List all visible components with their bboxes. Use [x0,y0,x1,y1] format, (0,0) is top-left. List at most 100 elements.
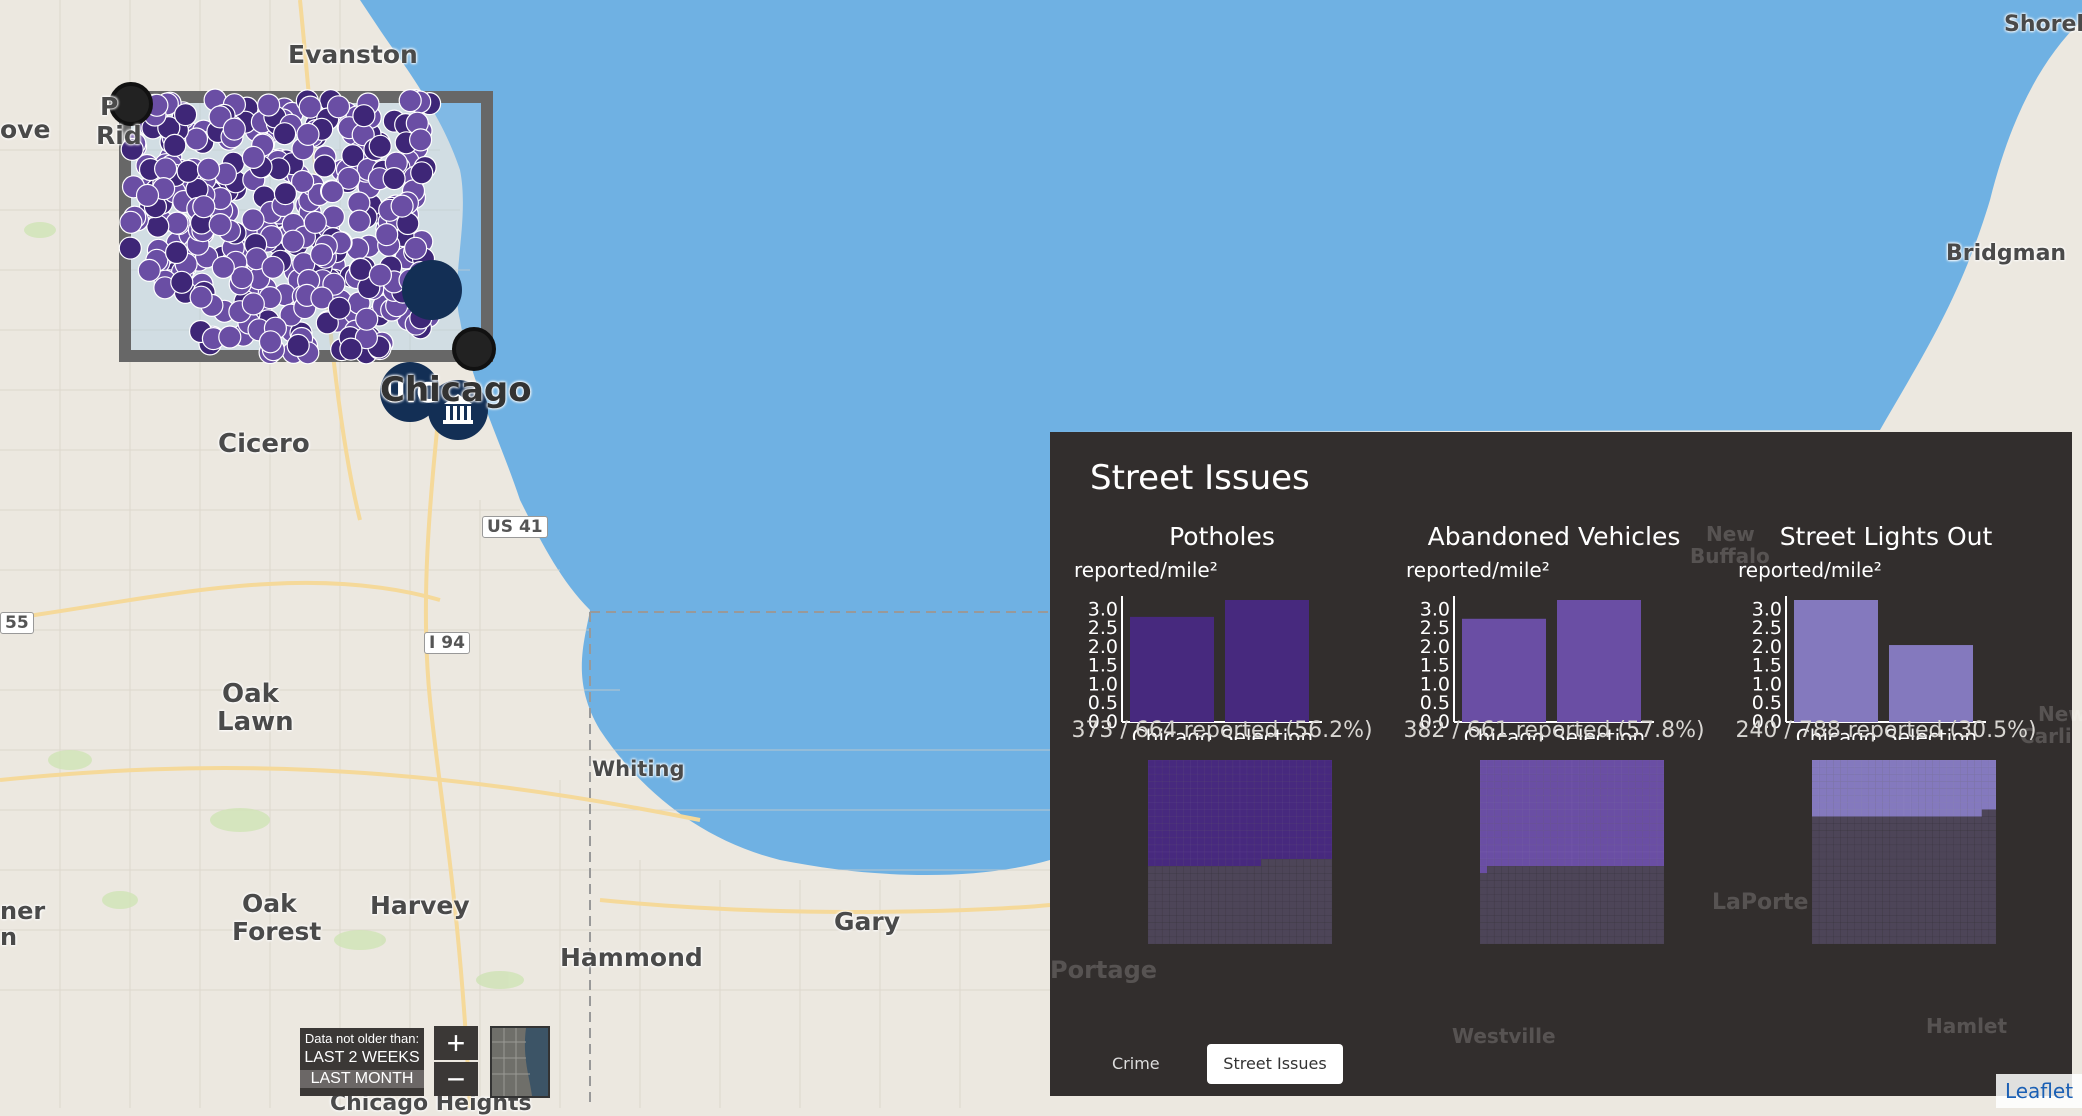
report-point[interactable] [165,211,189,235]
report-point[interactable] [352,104,376,128]
report-point[interactable] [355,307,379,331]
report-point[interactable] [118,236,142,260]
report-point[interactable] [258,330,283,354]
report-point[interactable] [119,210,143,234]
report-point[interactable] [241,292,265,316]
bar-chicago[interactable] [1130,616,1214,722]
report-point[interactable] [349,257,373,281]
bar-selection[interactable] [1557,600,1641,722]
tab-street-issues[interactable]: Street Issues [1207,1044,1343,1084]
waffle-cell [1642,809,1651,817]
waffle-cell [1840,880,1848,888]
report-point[interactable] [375,223,399,247]
report-point[interactable] [313,154,337,178]
waffle-cell [1536,880,1544,888]
report-point[interactable] [137,258,161,282]
waffle-cell [1818,830,1827,839]
report-point[interactable] [296,122,320,146]
report-point[interactable] [211,255,235,279]
waffle-cell [1967,858,1976,867]
report-point[interactable] [410,161,434,185]
report-point[interactable] [257,93,281,117]
waffle-cell [1260,922,1269,931]
data-age-option-last-month[interactable]: LAST MONTH [300,1070,424,1088]
report-point[interactable] [135,183,160,207]
report-point[interactable] [390,194,414,218]
waffle-cell [1903,830,1912,839]
report-point[interactable] [320,180,344,204]
report-point[interactable] [339,337,363,361]
report-point[interactable] [310,243,334,267]
report-point[interactable] [326,95,351,119]
report-point[interactable] [303,210,327,234]
bar-chicago[interactable] [1462,618,1546,722]
waffle-cell [1600,809,1608,817]
report-point[interactable] [398,88,422,113]
waffle-cell [1917,865,1926,874]
waffle-cell [1550,929,1559,938]
waffle-cell [1486,880,1495,888]
report-point[interactable] [154,157,178,181]
report-point[interactable] [192,195,216,219]
report-point[interactable] [286,333,310,357]
navy-marker[interactable] [402,260,462,320]
tab-crime[interactable]: Crime [1112,1054,1160,1073]
report-point[interactable] [170,270,194,294]
report-point[interactable] [382,167,406,191]
waffle-cell [1825,837,1834,846]
zoom-in-button[interactable]: + [434,1026,478,1060]
report-point[interactable] [218,325,242,349]
satellite-layer-toggle[interactable] [490,1026,550,1098]
report-point[interactable] [281,229,305,253]
report-point[interactable] [241,208,265,232]
waffle-cell [1854,851,1862,860]
report-point[interactable] [347,209,371,233]
bar-selection[interactable] [1225,600,1309,722]
zoom-out-button[interactable]: − [434,1062,478,1096]
report-point[interactable] [404,236,428,260]
waffle-cell [1924,823,1933,832]
report-point[interactable] [174,102,198,127]
report-point[interactable] [208,213,232,237]
waffle-cell [1939,837,1947,846]
report-point[interactable] [273,122,297,146]
bar-chicago[interactable] [1794,600,1878,722]
report-point[interactable] [368,263,392,287]
waffle-cell [1861,780,1869,789]
waffle-cell [1812,802,1820,810]
report-point[interactable] [146,214,170,238]
bar-selection[interactable] [1889,645,1973,722]
leaflet-attribution-link[interactable]: Leaflet [1996,1074,2082,1108]
report-point[interactable] [165,240,189,265]
selection-handle-southeast[interactable] [452,327,496,371]
panel-title: Street Issues [1090,458,1310,498]
waffle-cell [1529,773,1537,782]
waffle-cell [1571,760,1580,768]
waffle-cell [1564,823,1573,832]
waffle-cell [1932,795,1940,803]
waffle-cell [1649,858,1658,867]
report-point[interactable] [163,133,187,157]
waffle-cell [1988,760,1996,768]
waffle-cell [1310,887,1319,895]
report-point[interactable] [189,285,213,309]
report-point[interactable] [409,128,433,152]
waffle-cell [1946,816,1954,824]
data-age-option-2-weeks[interactable]: LAST 2 WEEKS [300,1049,424,1067]
waffle-cell [1812,795,1820,803]
report-point[interactable] [176,159,200,183]
report-point[interactable] [261,255,285,279]
report-point[interactable] [327,296,351,320]
report-point[interactable] [241,145,265,169]
report-point[interactable] [273,182,297,206]
waffle-cell [1282,929,1290,938]
report-point[interactable] [196,157,221,181]
waffle-cell [1924,887,1933,895]
report-point[interactable] [222,117,246,141]
waffle-cell [1480,809,1488,817]
waffle-cell [1889,915,1898,924]
waffle-cell [1154,788,1163,796]
waffle-cell [1812,851,1820,860]
report-point[interactable] [368,134,392,158]
waffle-cell [1910,865,1919,874]
